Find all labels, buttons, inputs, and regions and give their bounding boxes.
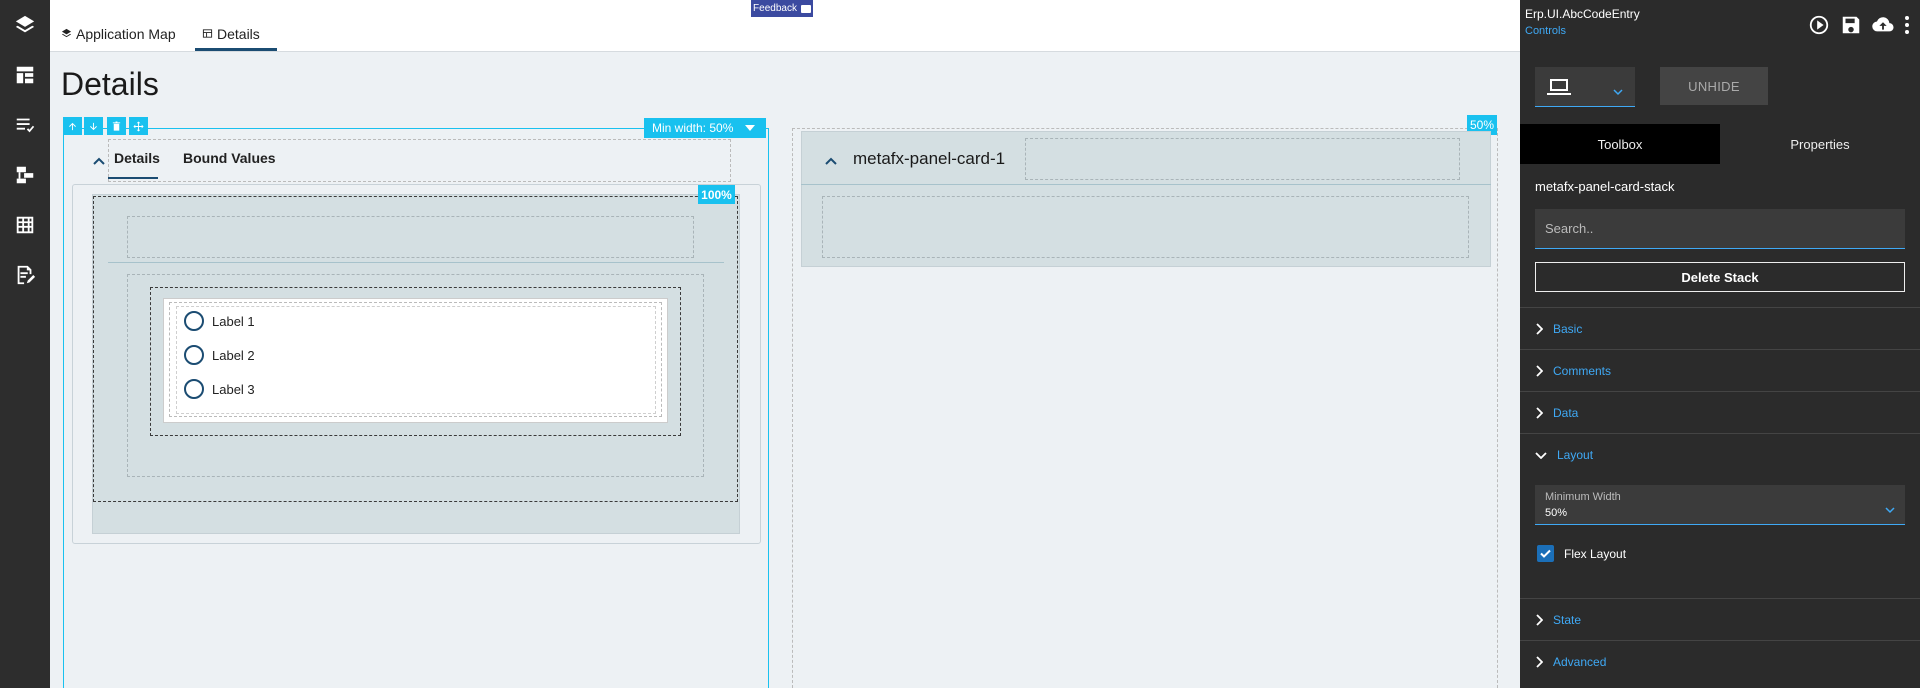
tab-properties[interactable]: Properties	[1720, 124, 1920, 164]
checkbox-label: Flex Layout	[1564, 546, 1627, 561]
table-icon	[202, 26, 213, 42]
component-name: metafx-panel-card-stack	[1535, 179, 1675, 194]
tab-bound-values[interactable]: Bound Values	[183, 150, 276, 166]
chevron-down-icon	[1613, 83, 1623, 101]
collapse-chevron-icon[interactable]	[825, 153, 837, 165]
page-title: Details	[61, 66, 159, 102]
section-advanced[interactable]: Advanced	[1520, 640, 1920, 682]
drag-handle[interactable]	[129, 117, 148, 135]
tab-application-map[interactable]: Application Map	[61, 24, 176, 44]
search-input[interactable]	[1535, 209, 1905, 249]
controls-link[interactable]: Controls	[1525, 25, 1566, 37]
header-drop-zone	[1025, 138, 1460, 180]
radio-button[interactable]	[184, 311, 204, 331]
header-drop-zone	[127, 216, 694, 258]
section-label: Data	[1553, 405, 1579, 420]
section-label: State	[1553, 612, 1582, 627]
layout-icon[interactable]	[12, 62, 38, 88]
move-down-button[interactable]	[84, 117, 103, 135]
flex-layout-option[interactable]: Flex Layout	[1537, 545, 1626, 562]
delete-button[interactable]	[107, 117, 126, 135]
section-comments[interactable]: Comments	[1520, 349, 1920, 391]
grid-icon[interactable]	[12, 212, 38, 238]
device-select[interactable]	[1535, 67, 1635, 107]
chevron-down-icon	[1885, 501, 1895, 519]
tab-label: Application Map	[76, 26, 176, 42]
save-icon[interactable]	[1840, 14, 1862, 41]
divider	[108, 262, 724, 263]
section-label: Layout	[1557, 447, 1594, 462]
layers-icon[interactable]	[12, 12, 38, 38]
tab-label: Details	[217, 26, 260, 42]
section-label: Comments	[1553, 363, 1612, 378]
play-icon[interactable]	[1808, 14, 1830, 41]
radio-option-2[interactable]: Label 2	[184, 345, 255, 365]
flex-layout-checkbox[interactable]	[1537, 545, 1554, 562]
chevron-right-icon	[1536, 364, 1543, 377]
field-value: 50%	[1545, 507, 1568, 519]
section-basic[interactable]: Basic	[1520, 307, 1920, 349]
collapse-chevron-icon[interactable]	[93, 153, 105, 165]
toolbar	[1808, 14, 1910, 41]
chevron-down-icon	[1535, 451, 1547, 459]
delete-stack-button[interactable]: Delete Stack	[1535, 262, 1905, 292]
tab-details-panel[interactable]: Details	[114, 150, 160, 166]
divider	[801, 184, 1491, 185]
move-icon	[133, 120, 144, 132]
arrow-up-icon	[69, 122, 76, 130]
data-flow-icon[interactable]	[12, 162, 38, 188]
radio-button[interactable]	[184, 379, 204, 399]
feedback-label: Feedback	[753, 3, 797, 14]
move-up-button[interactable]	[63, 117, 82, 135]
section-label: Basic	[1553, 321, 1583, 336]
tab-toolbox[interactable]: Toolbox	[1520, 124, 1720, 164]
section-state[interactable]: State	[1520, 598, 1920, 640]
left-rail	[0, 0, 50, 688]
section-data[interactable]: Data	[1520, 391, 1920, 433]
minimum-width-select[interactable]: Minimum Width 50%	[1535, 485, 1905, 525]
section-label: Advanced	[1553, 654, 1607, 669]
radio-label: Label 3	[212, 381, 255, 397]
app-title: Erp.UI.AbcCodeEntry	[1525, 7, 1640, 21]
laptop-icon	[1547, 78, 1571, 101]
chevron-right-icon	[1536, 322, 1543, 335]
arrow-down-icon	[90, 122, 97, 130]
caret-down-icon	[745, 125, 756, 131]
min-width-label: Min width: 50%	[652, 121, 734, 135]
checklist-icon[interactable]	[12, 112, 38, 138]
width-badge: 100%	[698, 185, 735, 204]
field-label: Minimum Width	[1545, 491, 1621, 503]
sidebar-tabs: Toolbox Properties	[1520, 124, 1920, 164]
min-width-dropdown[interactable]: Min width: 50%	[644, 118, 766, 138]
unhide-button[interactable]: UNHIDE	[1660, 67, 1768, 105]
feedback-button[interactable]: Feedback	[751, 0, 813, 17]
more-menu-icon[interactable]	[1904, 14, 1910, 41]
section-layout[interactable]: Layout	[1520, 433, 1920, 475]
radio-option-1[interactable]: Label 1	[184, 311, 255, 331]
chevron-right-icon	[1536, 655, 1543, 668]
chat-icon	[800, 4, 811, 13]
check-icon	[1540, 549, 1551, 558]
properties-sidebar: Erp.UI.AbcCodeEntry Controls UNHIDE Tool…	[1520, 0, 1920, 688]
tab-details[interactable]: Details	[202, 24, 260, 44]
active-tab-indicator	[108, 177, 158, 179]
edit-document-icon[interactable]	[12, 262, 38, 288]
layers-icon	[61, 26, 72, 42]
radio-button[interactable]	[184, 345, 204, 365]
panel-card-title: metafx-panel-card-1	[853, 149, 1006, 168]
content-drop-zone	[822, 196, 1469, 258]
radio-label: Label 1	[212, 313, 255, 329]
cloud-upload-icon[interactable]	[1872, 14, 1894, 41]
chevron-right-icon	[1536, 613, 1543, 626]
chevron-right-icon	[1536, 406, 1543, 419]
active-tab-underline	[195, 48, 277, 51]
trash-icon	[112, 120, 121, 131]
radio-label: Label 2	[212, 347, 255, 363]
radio-option-3[interactable]: Label 3	[184, 379, 255, 399]
